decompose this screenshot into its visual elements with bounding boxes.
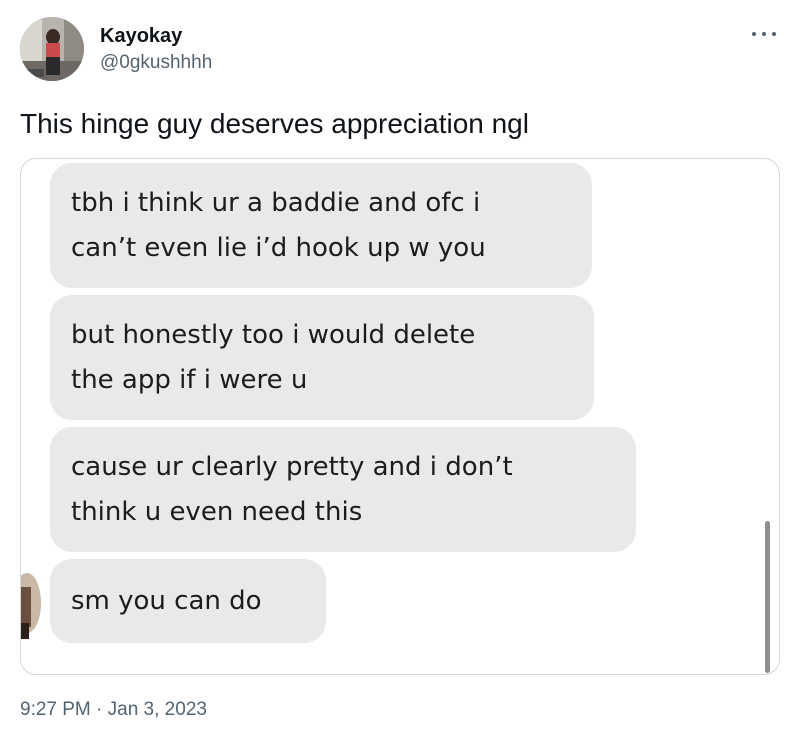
more-options-icon[interactable]	[748, 24, 780, 44]
message-line: cause ur clearly pretty and i don’t	[71, 452, 513, 482]
tweet-timestamp[interactable]: 9:27 PM · Jan 3, 2023	[20, 699, 207, 721]
message-line: tbh i think ur a baddie and ofc i	[71, 188, 481, 218]
message-bubble: tbh i think ur a baddie and ofc i can’t …	[50, 163, 592, 288]
avatar[interactable]	[20, 17, 84, 81]
message-bubble: cause ur clearly pretty and i don’t thin…	[50, 427, 636, 552]
message-line: the app if i were u	[71, 365, 308, 395]
avatar-photo	[20, 17, 84, 81]
tweet: Kayokay @0gkushhhh This hinge guy deserv…	[0, 0, 800, 730]
message-line: but honestly too i would delete	[71, 320, 476, 350]
sender-avatar-icon	[21, 567, 41, 639]
message-bubble: sm you can do	[50, 559, 326, 643]
message-line: think u even need this	[71, 497, 363, 527]
message-line: can’t even lie i’d hook up w you	[71, 233, 486, 263]
scrollbar[interactable]	[765, 521, 770, 673]
display-name[interactable]: Kayokay	[100, 24, 182, 48]
tweet-text: This hinge guy deserves appreciation ngl	[20, 108, 529, 139]
message-line: sm you can do	[71, 586, 262, 616]
user-handle[interactable]: @0gkushhhh	[100, 52, 212, 74]
message-bubble: but honestly too i would delete the app …	[50, 295, 594, 420]
tweet-media-image[interactable]: tbh i think ur a baddie and ofc i can’t …	[20, 158, 780, 675]
